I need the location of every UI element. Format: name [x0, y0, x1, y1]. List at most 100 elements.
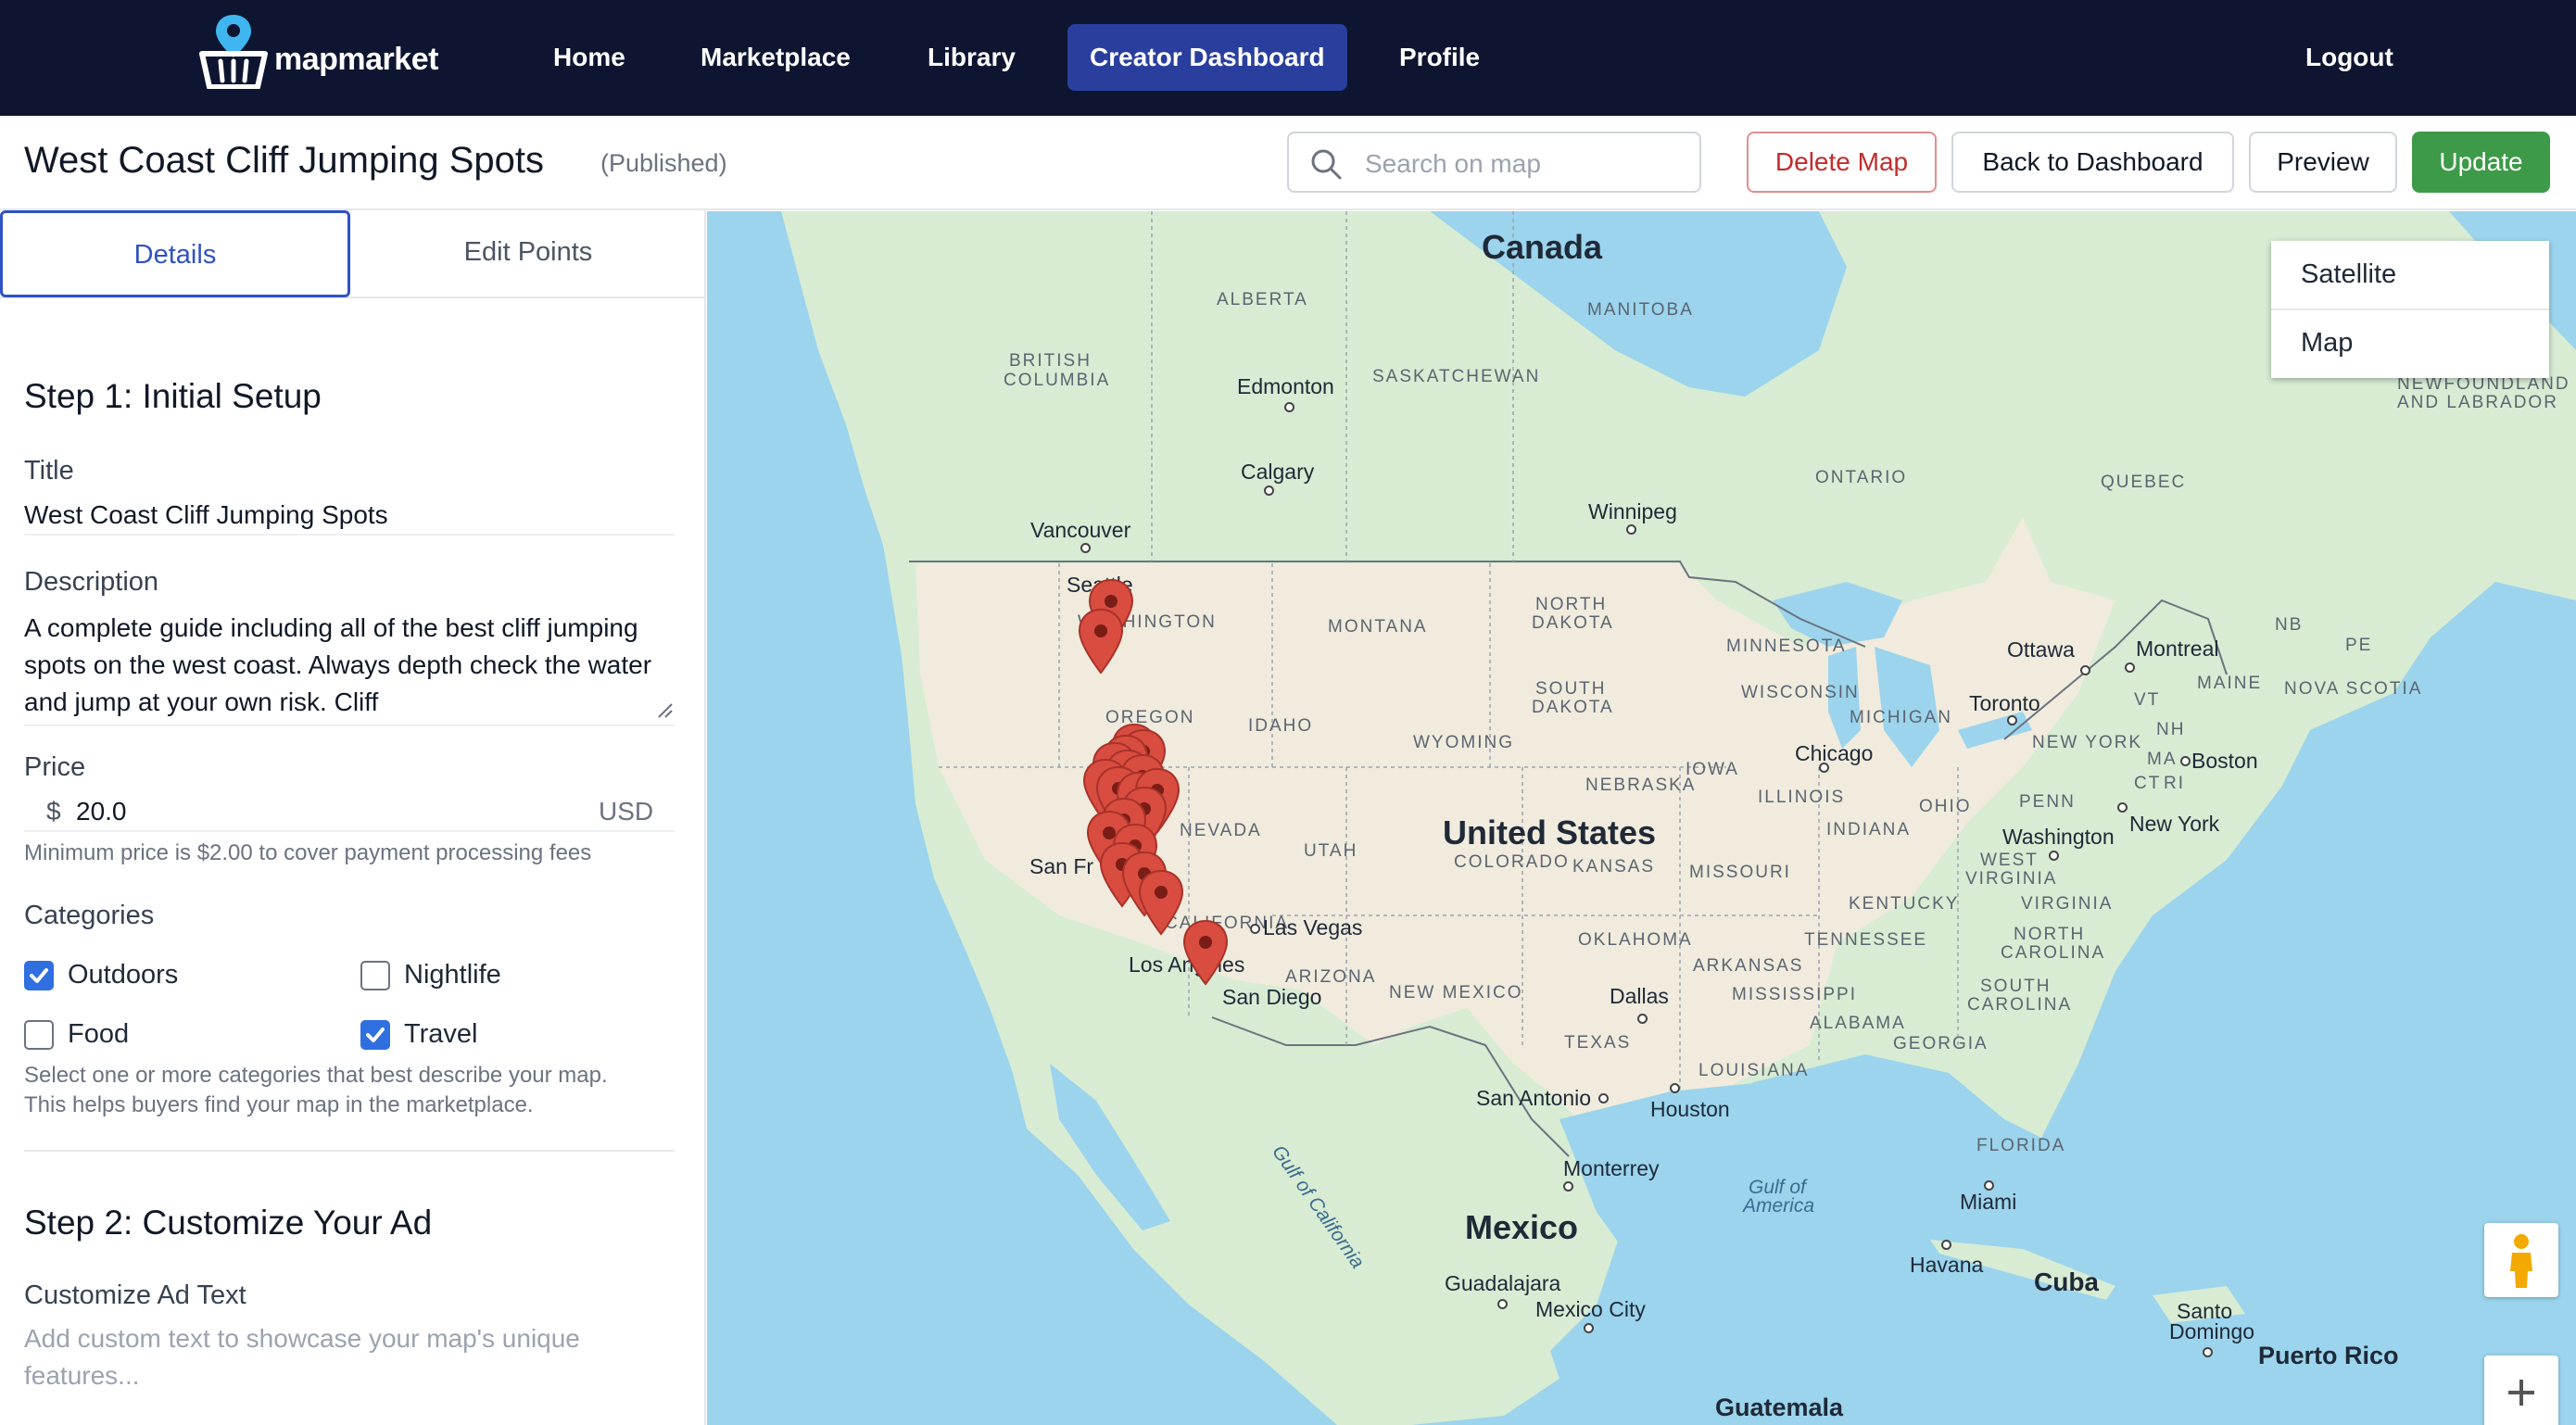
- step1-title: Step 1: Initial Setup: [24, 377, 322, 415]
- label-nevada: NEVADA: [1180, 821, 1262, 840]
- preview-button[interactable]: Preview: [2249, 132, 2397, 193]
- label-cuba: Cuba: [2034, 1267, 2099, 1296]
- city-chicago: Chicago: [1795, 741, 1874, 765]
- city-dot: [2180, 756, 2191, 766]
- search-icon: [1309, 147, 1343, 185]
- logout-link[interactable]: Logout: [2283, 24, 2416, 91]
- city-dot: [1941, 1240, 1951, 1250]
- city-ottawa: Ottawa: [2007, 637, 2075, 662]
- map-type-satellite[interactable]: Satellite: [2301, 259, 2396, 290]
- city-toronto: Toronto: [1969, 691, 2040, 715]
- ad-text-field[interactable]: Add custom text to showcase your map's u…: [24, 1320, 663, 1404]
- label-dakota: DAKOTA: [1532, 613, 1614, 633]
- label-south: SOUTH: [1535, 679, 1607, 699]
- update-button[interactable]: Update: [2412, 132, 2550, 193]
- city-boston: Boston: [2191, 749, 2258, 773]
- page-title: West Coast Cliff Jumping Spots: [24, 140, 544, 181]
- label-maine: MAINE: [2197, 674, 2263, 693]
- categories-label: Categories: [24, 901, 155, 930]
- map-type-divider: [2271, 309, 2549, 310]
- description-label: Description: [24, 567, 159, 597]
- nav-creator-dashboard[interactable]: Creator Dashboard: [1067, 24, 1347, 91]
- description-field[interactable]: A complete guide including all of the be…: [24, 610, 663, 717]
- tab-edit-points[interactable]: Edit Points: [352, 210, 704, 298]
- outdoors-checkbox[interactable]: [24, 961, 54, 990]
- city-dot: [2007, 715, 2017, 725]
- map-pin-icon[interactable]: [1137, 869, 1185, 936]
- label-wyoming: WYOMING: [1413, 733, 1514, 752]
- label-oklahoma: OKLAHOMA: [1578, 930, 1693, 950]
- nav-profile[interactable]: Profile: [1377, 24, 1502, 91]
- city-edmonton: Edmonton: [1237, 374, 1334, 398]
- zoom-in-button[interactable]: [2484, 1356, 2558, 1425]
- brand-logo[interactable]: mapmarket: [196, 13, 438, 90]
- plus-icon: [2508, 1380, 2534, 1406]
- nightlife-checkbox[interactable]: [360, 961, 390, 990]
- label-michigan: MICHIGAN: [1850, 708, 1952, 727]
- label-nova-scotia: NOVA SCOTIA: [2284, 679, 2423, 699]
- label-ma: MA: [2147, 750, 2178, 769]
- travel-checkbox[interactable]: [360, 1020, 390, 1050]
- nightlife-label[interactable]: Nightlife: [404, 960, 501, 990]
- nav-library[interactable]: Library: [905, 24, 1038, 91]
- label-vt: VT: [2134, 690, 2161, 710]
- label-america: America: [1743, 1195, 1815, 1217]
- nav-marketplace[interactable]: Marketplace: [678, 24, 873, 91]
- label-indiana: INDIANA: [1826, 820, 1912, 839]
- label-virginia: VIRGINIA: [2021, 894, 2114, 914]
- city-guadalajara: Guadalajara: [1445, 1271, 1561, 1295]
- label-mexico: Mexico: [1465, 1208, 1579, 1246]
- label-puerto-rico: Puerto Rico: [2258, 1342, 2399, 1369]
- tab-details[interactable]: Details: [0, 210, 350, 297]
- label-canada: Canada: [1482, 228, 1603, 266]
- label-south-c: SOUTH: [1980, 977, 2052, 996]
- map-type-map[interactable]: Map: [2301, 328, 2353, 359]
- currency-symbol: $: [46, 797, 61, 826]
- back-to-dashboard-button[interactable]: Back to Dashboard: [1951, 132, 2234, 193]
- outdoors-label[interactable]: Outdoors: [68, 960, 178, 990]
- section-divider: [24, 1150, 675, 1152]
- resize-handle-icon[interactable]: [656, 701, 673, 723]
- map-pin-icon[interactable]: [1077, 608, 1125, 675]
- brand-name: mapmarket: [274, 42, 438, 77]
- city-dot: [1264, 486, 1274, 496]
- street-view-pegman-icon[interactable]: [2484, 1223, 2558, 1297]
- label-west: WEST: [1980, 851, 2039, 870]
- city-havana: Havana: [1910, 1253, 1984, 1277]
- label-carolina-n: CAROLINA: [2001, 943, 2106, 963]
- city-domingo: Domingo: [2169, 1319, 2255, 1343]
- map-type-control: Satellite Map: [2271, 241, 2549, 378]
- map-pin-icon[interactable]: [1181, 919, 1230, 986]
- city-las-vegas: Las Vegas: [1263, 915, 1363, 939]
- map-search-input[interactable]: Search on map: [1287, 132, 1701, 193]
- label-united-states: United States: [1443, 813, 1657, 851]
- city-dot: [1284, 402, 1294, 412]
- title-field[interactable]: West Coast Cliff Jumping Spots: [24, 500, 388, 530]
- city-new-york: New York: [2129, 812, 2220, 836]
- description-field-underline: [24, 725, 675, 726]
- nav-home[interactable]: Home: [531, 24, 648, 91]
- label-new-mexico: NEW MEXICO: [1389, 983, 1523, 1003]
- food-checkbox[interactable]: [24, 1020, 54, 1050]
- label-kansas: KANSAS: [1572, 857, 1656, 876]
- label-tennessee: TENNESSEE: [1804, 930, 1928, 950]
- travel-label[interactable]: Travel: [404, 1019, 478, 1050]
- label-nb: NB: [2275, 615, 2304, 635]
- label-pe: PE: [2345, 636, 2373, 655]
- label-louisiana: LOUISIANA: [1698, 1061, 1810, 1080]
- price-field[interactable]: 20.0: [76, 797, 127, 826]
- city-dot: [1584, 1323, 1594, 1333]
- city-dot: [1563, 1181, 1573, 1192]
- ad-text-label: Customize Ad Text: [24, 1280, 246, 1310]
- delete-map-button[interactable]: Delete Map: [1747, 132, 1937, 193]
- label-mississippi: MISSISSIPPI: [1732, 985, 1857, 1004]
- city-dallas: Dallas: [1610, 984, 1669, 1008]
- label-florida: FLORIDA: [1976, 1136, 2066, 1155]
- label-guatemala: Guatemala: [1715, 1393, 1844, 1421]
- city-dot: [1250, 924, 1260, 934]
- city-san-antonio: San Antonio: [1476, 1086, 1592, 1110]
- step2-title: Step 2: Customize Your Ad: [24, 1204, 433, 1242]
- city-vancouver: Vancouver: [1030, 518, 1131, 542]
- map-canvas[interactable]: Canada United States Mexico Cuba Puerto …: [707, 211, 2576, 1425]
- food-label[interactable]: Food: [68, 1019, 129, 1050]
